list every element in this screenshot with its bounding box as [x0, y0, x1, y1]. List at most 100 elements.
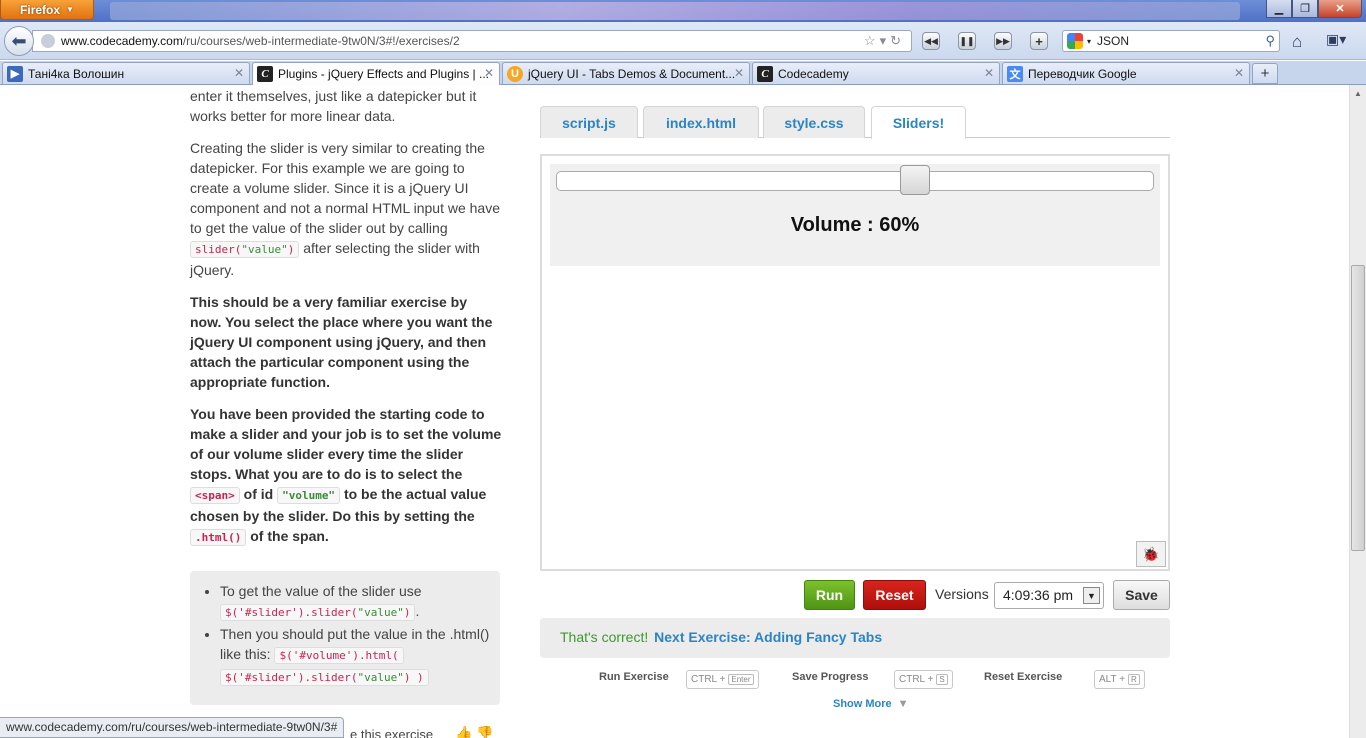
instructions-paragraph-2: Creating the slider is very similar to c…: [190, 140, 500, 278]
google-icon[interactable]: [1067, 33, 1083, 49]
url-bar[interactable]: www.codecademy.com/ru/courses/web-interm…: [32, 30, 912, 52]
dropdown-arrow-icon: ▼: [66, 5, 74, 14]
editor-tabs: script.js index.html style.css Sliders!: [540, 106, 1170, 139]
back-arrow-icon: ⬅: [11, 30, 27, 51]
titlebar-background: [110, 2, 1240, 20]
instructions-paragraph-4: You have been provided the starting code…: [190, 406, 502, 546]
scrollbar-thumb[interactable]: [1351, 265, 1365, 551]
play-icon: ▶: [7, 65, 23, 82]
firefox-menu-button[interactable]: Firefox ▼: [0, 0, 94, 20]
search-icon[interactable]: ⚲: [1265, 33, 1275, 49]
plus-icon: +: [1035, 33, 1043, 49]
search-bar[interactable]: ▾ JSON ⚲: [1062, 30, 1280, 52]
instructions-paragraph-1: enter it themselves, just like a datepic…: [190, 88, 477, 124]
save-button[interactable]: Save: [1113, 580, 1170, 610]
page-content: enter it themselves, just like a datepic…: [0, 85, 1349, 738]
maximize-button[interactable]: ❐: [1292, 0, 1318, 18]
back-button[interactable]: ⬅: [4, 26, 34, 56]
chevron-down-icon: ▼: [897, 698, 909, 710]
close-tab-icon[interactable]: ✕: [734, 66, 744, 80]
search-input-value[interactable]: JSON: [1097, 34, 1129, 48]
shortcut-key-reset: ALT + R: [1094, 670, 1145, 689]
firefox-menu-label: Firefox: [20, 2, 61, 17]
window-controls: ▁ ❐ ✕: [1266, 0, 1362, 18]
hint-item: To get the value of the slider use $('#s…: [220, 581, 490, 623]
search-engine-dropdown-icon[interactable]: ▾: [1087, 37, 1091, 46]
report-bug-button[interactable]: 🐞: [1136, 541, 1166, 567]
versions-label: Versions: [935, 586, 989, 602]
codecademy-icon: C: [257, 66, 273, 82]
shortcut-label-save: Save Progress: [792, 671, 869, 683]
inline-code: $('#slider').slider("value"): [220, 604, 416, 621]
success-message-bar: That's correct! Next Exercise: Adding Fa…: [540, 618, 1170, 658]
inline-code: $('#volume').html(: [274, 647, 404, 664]
inline-code: slider("value"): [190, 241, 300, 258]
tab-title: Тані4ка Волошин: [28, 66, 125, 81]
version-select[interactable]: 4:09:36 pm ▼: [994, 582, 1104, 609]
url-host: www.codecademy.com: [61, 34, 183, 48]
instructions-panel: enter it themselves, just like a datepic…: [190, 85, 502, 560]
browser-tab-1[interactable]: ▶ Тані4ка Волошин ✕: [2, 62, 250, 84]
bookmark-star-icon[interactable]: ☆: [864, 33, 880, 48]
hint-item: Then you should put the value in the .ht…: [220, 624, 490, 688]
browser-tab-5[interactable]: 文 Переводчик Google ✕: [1002, 62, 1250, 84]
reload-icon[interactable]: ↻: [890, 33, 905, 48]
result-frame: Volume : 60% 🐞: [540, 154, 1170, 571]
forward-icon: ▶▶: [996, 35, 1010, 46]
scroll-up-arrow-icon[interactable]: ▲: [1350, 85, 1366, 101]
browser-tab-2[interactable]: C Plugins - jQuery Effects and Plugins |…: [252, 62, 500, 85]
close-tab-icon[interactable]: ✕: [984, 66, 994, 80]
history-dropdown-icon[interactable]: ▾: [880, 33, 891, 48]
run-button[interactable]: Run: [804, 580, 855, 610]
page-scrollbar[interactable]: ▲: [1349, 85, 1366, 738]
minimize-button[interactable]: ▁: [1266, 0, 1292, 18]
home-icon: ⌂: [1292, 32, 1303, 51]
thumbs-down-icon[interactable]: 👎: [476, 725, 493, 738]
codecademy-icon: C: [757, 65, 773, 82]
window-titlebar: Firefox ▼ ▁ ❐ ✕: [0, 0, 1366, 22]
close-tab-icon[interactable]: ✕: [234, 66, 244, 80]
media-add-button[interactable]: +: [1030, 32, 1048, 50]
shortcut-key-save: CTRL + S: [894, 670, 953, 689]
site-identity-icon[interactable]: [41, 34, 55, 48]
show-more-link[interactable]: Show More ▼: [833, 698, 909, 710]
media-forward-button[interactable]: ▶▶: [994, 32, 1012, 50]
plus-icon: +: [1260, 65, 1270, 82]
bug-icon: 🐞: [1142, 545, 1160, 562]
tab-title: Codecademy: [778, 66, 849, 81]
reset-button[interactable]: Reset: [863, 580, 926, 610]
browser-tab-4[interactable]: C Codecademy ✕: [752, 62, 1000, 84]
bookmarks-menu-button[interactable]: ▣▾: [1326, 31, 1358, 51]
browser-tab-3[interactable]: U jQuery UI - Tabs Demos & Document... ✕: [502, 62, 750, 84]
google-translate-icon: 文: [1007, 65, 1023, 82]
volume-slider-handle[interactable]: [899, 165, 930, 195]
correct-message: That's correct!: [560, 629, 649, 645]
close-tab-icon[interactable]: ✕: [484, 66, 494, 80]
media-rewind-button[interactable]: ◀◀: [922, 32, 940, 50]
close-window-button[interactable]: ✕: [1318, 0, 1362, 18]
tab-title: Plugins - jQuery Effects and Plugins | .…: [278, 67, 489, 81]
pause-icon: ❚❚: [959, 35, 975, 46]
next-exercise-link[interactable]: Next Exercise: Adding Fancy Tabs: [654, 629, 882, 645]
media-pause-button[interactable]: ❚❚: [958, 32, 976, 50]
home-button[interactable]: ⌂: [1292, 32, 1302, 52]
tab-title: jQuery UI - Tabs Demos & Document...: [528, 66, 736, 81]
jquery-icon: U: [507, 65, 523, 82]
chevron-down-icon[interactable]: ▼: [1083, 587, 1100, 604]
tab-style-css[interactable]: style.css: [763, 106, 865, 138]
url-text: www.codecademy.com/ru/courses/web-interm…: [61, 34, 460, 48]
instructions-paragraph-3: This should be a very familiar exercise …: [190, 294, 493, 390]
volume-slider-track[interactable]: [556, 165, 1154, 195]
tab-index-html[interactable]: index.html: [643, 106, 759, 138]
url-path: /ru/courses/web-intermediate-9tw0N/3#!/e…: [182, 34, 460, 48]
status-bar: www.codecademy.com/ru/courses/web-interm…: [0, 717, 345, 738]
inline-code: .html(): [190, 529, 247, 546]
navigation-toolbar: www.codecademy.com/ru/courses/web-interm…: [0, 22, 1366, 60]
shortcut-key-run: CTRL + Enter: [686, 670, 759, 689]
new-tab-button[interactable]: +: [1252, 63, 1278, 84]
tab-script-js[interactable]: script.js: [540, 106, 638, 138]
close-tab-icon[interactable]: ✕: [1234, 66, 1244, 80]
tab-sliders[interactable]: Sliders!: [871, 106, 966, 139]
rewind-icon: ◀◀: [924, 35, 938, 46]
thumbs-up-icon[interactable]: 👍: [455, 725, 472, 738]
